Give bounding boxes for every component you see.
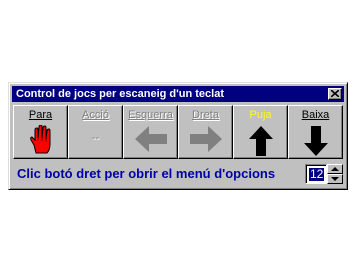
left-button-label: Esquerra <box>128 109 173 121</box>
down-arrow-icon <box>303 126 328 156</box>
up-arrow-icon <box>248 126 273 156</box>
stop-button[interactable]: Para <box>13 105 68 159</box>
action-placeholder: -- <box>91 132 100 144</box>
title-bar[interactable]: Control de jocs per escaneig d'un teclat <box>12 86 344 102</box>
spinner-input[interactable]: 12 <box>305 164 327 184</box>
window-title: Control de jocs per escaneig d'un teclat <box>16 88 224 100</box>
up-button-label: Puja <box>249 109 272 121</box>
close-button[interactable] <box>328 88 342 100</box>
close-icon <box>331 90 339 97</box>
red-hand-stop-icon <box>29 125 50 154</box>
left-arrow-icon <box>134 126 167 152</box>
right-button-label: Dreta <box>192 109 219 121</box>
keyboard-scan-game-control-window: Control de jocs per escaneig d'un teclat… <box>8 82 348 190</box>
left-button[interactable]: Esquerra <box>123 105 178 159</box>
spinner-down-button[interactable] <box>327 174 343 184</box>
down-button[interactable]: Baixa <box>288 105 343 159</box>
scan-speed-spinner[interactable]: 12 <box>305 164 343 184</box>
up-button[interactable]: Puja <box>233 105 288 159</box>
toolbar: Para Acció -- Esquerra Dreta Puja Baixa <box>13 105 343 159</box>
spinner-buttons <box>327 164 343 184</box>
spinner-value: 12 <box>309 167 325 181</box>
down-button-label: Baixa <box>301 109 330 121</box>
right-arrow-icon <box>189 126 222 152</box>
action-button-label: Acció <box>82 109 109 121</box>
caret-down-icon <box>331 177 339 181</box>
caret-up-icon <box>331 167 339 171</box>
right-button[interactable]: Dreta <box>178 105 233 159</box>
spinner-up-button[interactable] <box>327 164 343 174</box>
action-button[interactable]: Acció -- <box>68 105 123 159</box>
options-hint-text: Clic botó dret per obrir el menú d'opcio… <box>17 166 276 181</box>
stop-button-label: Para <box>28 109 53 121</box>
